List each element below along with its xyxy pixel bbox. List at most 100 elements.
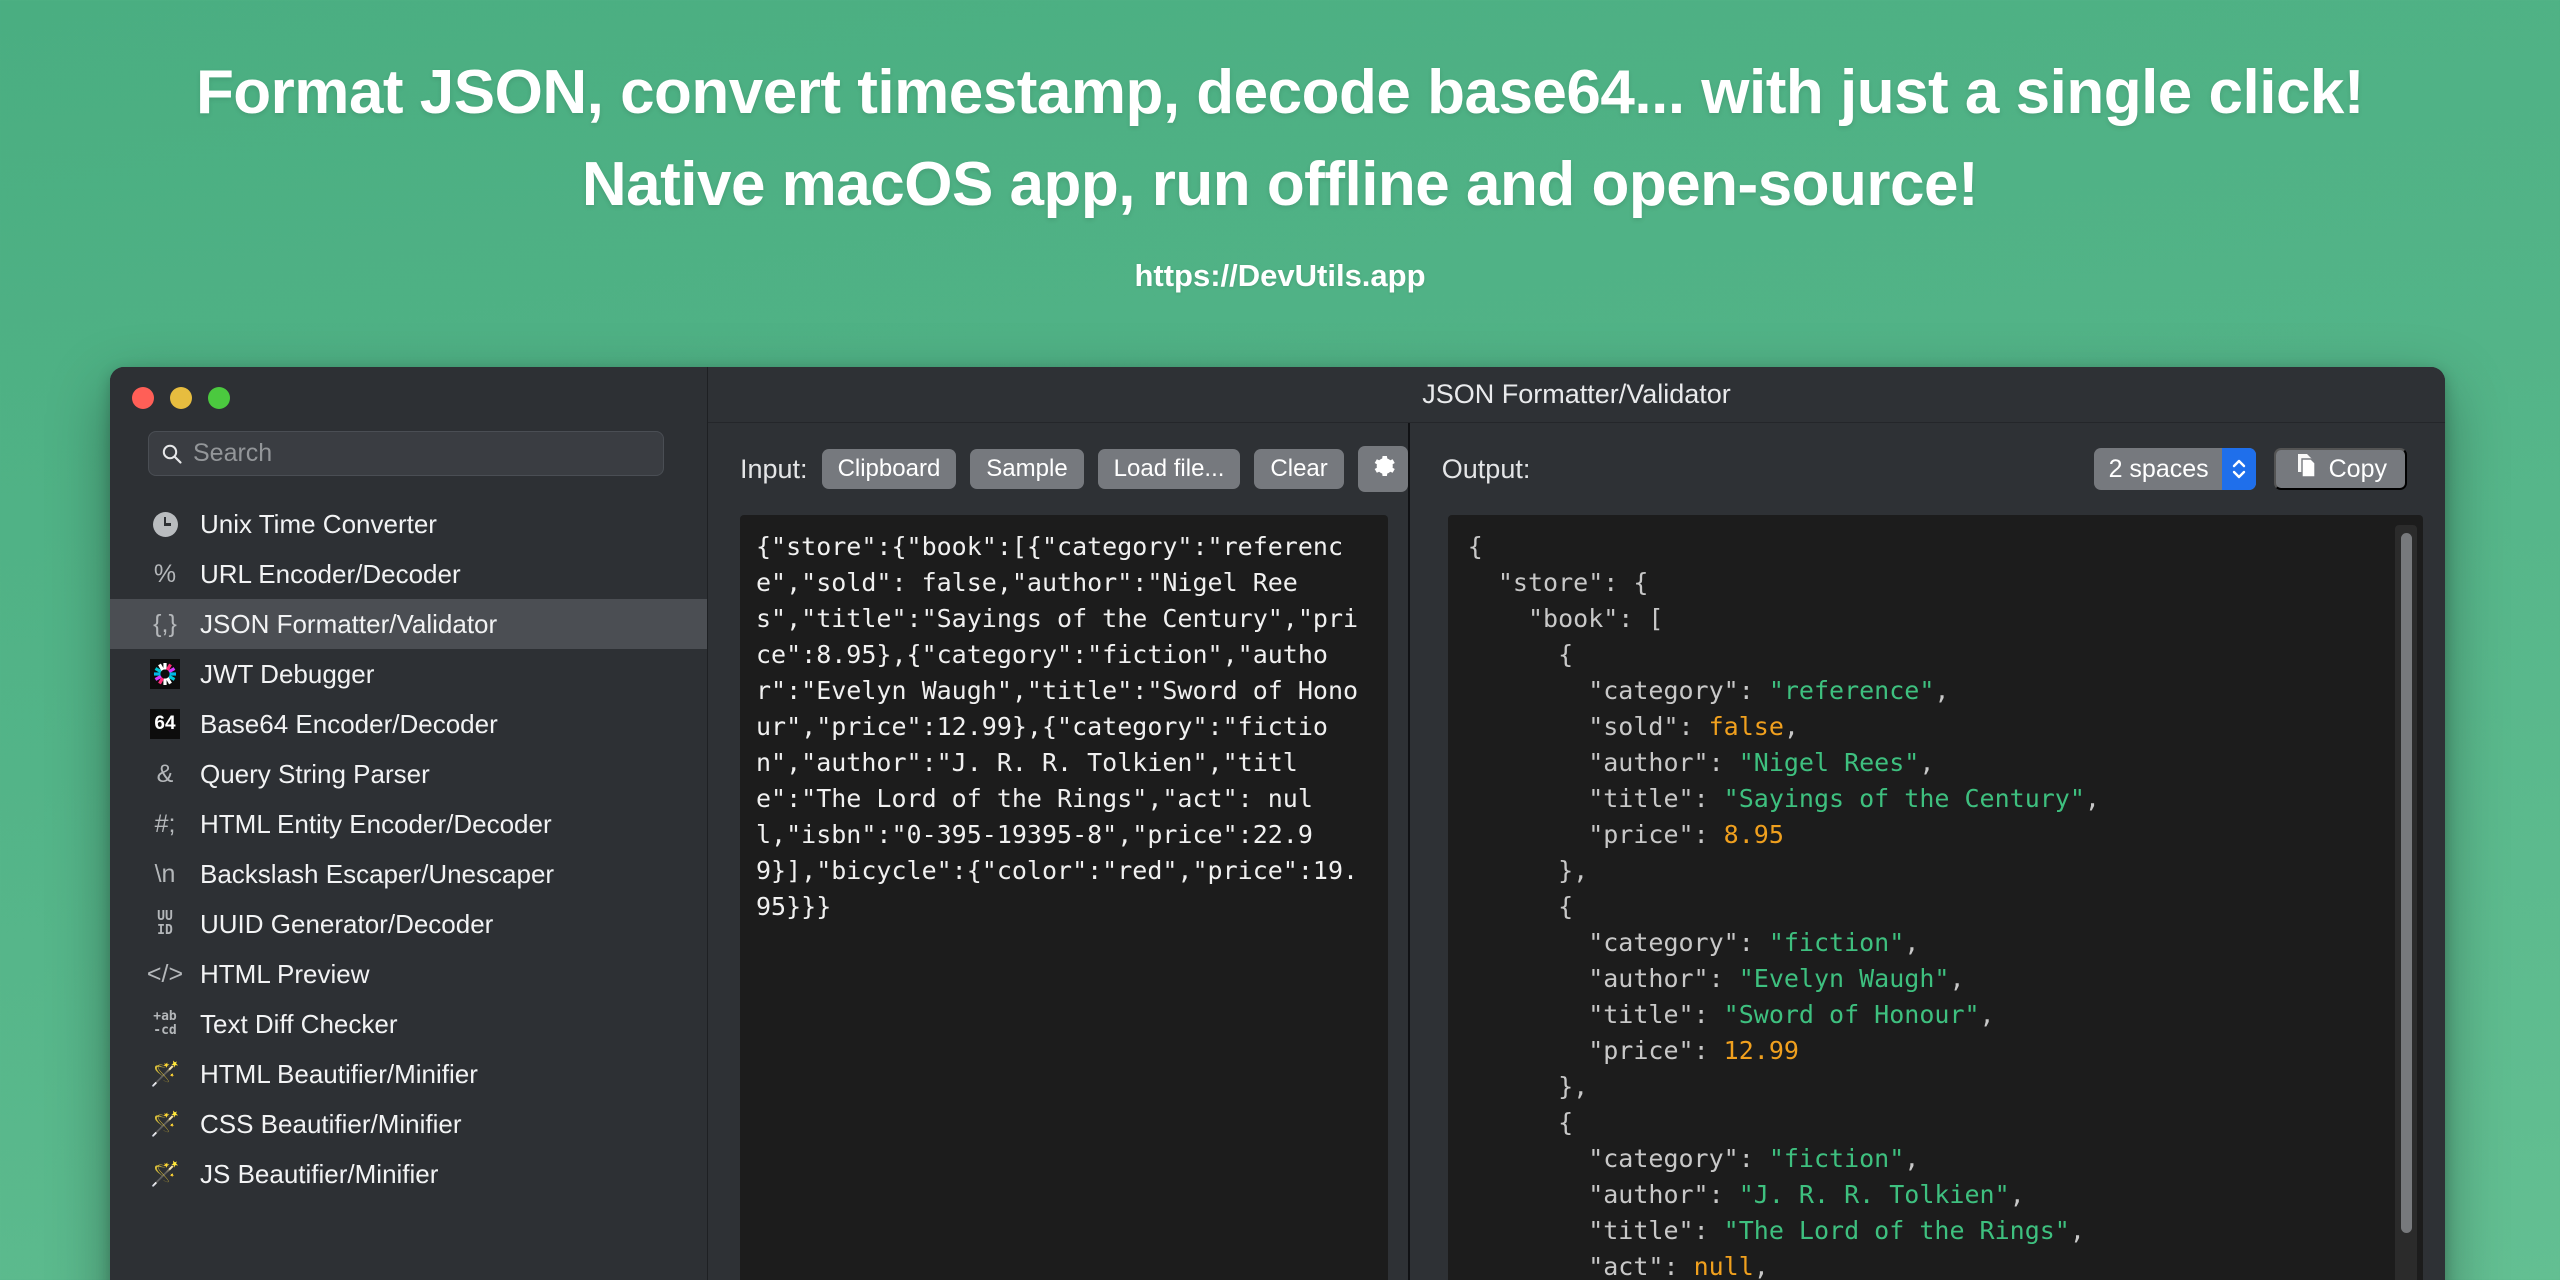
percent-icon: % <box>153 559 177 588</box>
sidebar-item-js-beautifier-minifier[interactable]: 🪄 JS Beautifier/Minifier <box>110 1149 707 1199</box>
clipboard-button[interactable]: Clipboard <box>821 448 957 490</box>
code-token: , <box>1919 748 1935 777</box>
code-token: "Evelyn Waugh" <box>1738 964 1950 993</box>
sidebar-item-html-beautifier-minifier[interactable]: 🪄 HTML Beautifier/Minifier <box>110 1049 707 1099</box>
sidebar-item-label: HTML Beautifier/Minifier <box>200 1058 478 1089</box>
code-token: "store" <box>1467 568 1604 597</box>
code-token: { <box>1467 532 1483 561</box>
panes: Input: Clipboard Sample Load file... Cle… <box>708 423 2445 1280</box>
sidebar-item-query-string-parser[interactable]: & Query String Parser <box>110 749 707 799</box>
output-code-text: { "store": { "book": [ { "category": "re… <box>1448 515 2423 1280</box>
input-textarea[interactable]: {"store":{"book":[{"category":"reference… <box>740 515 1388 1280</box>
sidebar-item-text-diff-checker[interactable]: +ab -cd Text Diff Checker <box>110 999 707 1049</box>
output-scrollbar[interactable] <box>2395 525 2417 1280</box>
code-token: null <box>1693 1252 1754 1280</box>
clock-icon <box>148 511 182 537</box>
magic-wand-icon: 🪄 <box>150 1160 180 1188</box>
code-token: }, <box>1467 1072 1589 1101</box>
hash-semicolon-icon: #; <box>154 809 176 838</box>
code-token: "author" <box>1467 1180 1709 1209</box>
code-token: "author" <box>1467 748 1709 777</box>
sidebar-item-unix-time-converter[interactable]: Unix Time Converter <box>110 499 707 549</box>
code-token: "fiction" <box>1768 1144 1905 1173</box>
code-token: : [ <box>1618 604 1664 633</box>
input-pane: Input: Clipboard Sample Load file... Cle… <box>708 423 1408 1280</box>
code-tags-icon: </> <box>146 959 184 988</box>
sidebar-item-url-encoder-decoder[interactable]: % URL Encoder/Decoder <box>110 549 707 599</box>
code-token: : <box>1738 928 1769 957</box>
code-token: : <box>1693 1036 1724 1065</box>
sidebar-item-label: Query String Parser <box>200 758 430 789</box>
sidebar-item-label: HTML Entity Encoder/Decoder <box>200 808 552 839</box>
code-token: : { <box>1603 568 1649 597</box>
promo-headline-line1: Format JSON, convert timestamp, decode b… <box>195 58 2365 127</box>
code-token: , <box>1904 928 1920 957</box>
magic-wand-icon: 🪄 <box>150 1060 180 1088</box>
sidebar-item-html-preview[interactable]: </> HTML Preview <box>110 949 707 999</box>
diff-icon: +ab -cd <box>153 1009 177 1038</box>
code-token: , <box>1934 676 1950 705</box>
code-token: 12.99 <box>1723 1036 1799 1065</box>
code-token: "price" <box>1467 820 1694 849</box>
copy-button[interactable]: Copy <box>2273 448 2407 490</box>
sidebar-item-label: JWT Debugger <box>200 658 375 689</box>
zoom-button[interactable] <box>208 387 230 409</box>
backslash-n-icon: \n <box>154 859 176 888</box>
magic-wand-icon: 🪄 <box>150 1110 180 1138</box>
sidebar-item-backslash-escaper-unescaper[interactable]: \n Backslash Escaper/Unescaper <box>110 849 707 899</box>
load-file-button[interactable]: Load file... <box>1097 448 1241 490</box>
main-pane: JSON Formatter/Validator Input: Clipboar… <box>708 367 2445 1280</box>
output-textarea[interactable]: { "store": { "book": [ { "category": "re… <box>1447 515 2423 1280</box>
code-token: : <box>1708 748 1739 777</box>
output-scrollbar-thumb[interactable] <box>2401 533 2412 1233</box>
code-token: "reference" <box>1768 676 1935 705</box>
code-token: , <box>1753 1252 1769 1280</box>
indent-select-value: 2 spaces <box>2108 454 2209 483</box>
sample-button[interactable]: Sample <box>970 448 1084 490</box>
code-token: , <box>2009 1180 2025 1209</box>
sidebar-item-label: Base64 Encoder/Decoder <box>200 708 498 739</box>
code-token: "title" <box>1467 1216 1694 1245</box>
code-token: "Sword of Honour" <box>1723 1000 1980 1029</box>
indent-select[interactable]: 2 spaces <box>2093 448 2256 490</box>
code-token: "Nigel Rees" <box>1738 748 1920 777</box>
sidebar-item-html-entity-encoder-decoder[interactable]: #; HTML Entity Encoder/Decoder <box>110 799 707 849</box>
jwt-icon <box>148 659 182 689</box>
code-token: : <box>1693 1216 1724 1245</box>
code-token: false <box>1708 712 1784 741</box>
search-input[interactable]: Search <box>148 431 664 476</box>
clear-button[interactable]: Clear <box>1254 448 1344 490</box>
code-token: , <box>2084 784 2100 813</box>
code-token: , <box>2069 1216 2085 1245</box>
code-token: "category" <box>1467 1144 1739 1173</box>
sidebar-item-label: UUID Generator/Decoder <box>200 908 494 939</box>
input-toolbar: Input: Clipboard Sample Load file... Cle… <box>708 423 1408 515</box>
code-token: : <box>1693 820 1724 849</box>
sidebar-item-label: Backslash Escaper/Unescaper <box>200 858 555 889</box>
sidebar-item-css-beautifier-minifier[interactable]: 🪄 CSS Beautifier/Minifier <box>110 1099 707 1149</box>
code-token: "title" <box>1467 1000 1694 1029</box>
sidebar-item-label: JS Beautifier/Minifier <box>200 1158 439 1189</box>
chevron-updown-icon <box>2221 448 2256 490</box>
promo-url: https://DevUtils.app <box>1134 258 1426 293</box>
sidebar-item-json-formatter-validator[interactable]: {,} JSON Formatter/Validator <box>110 599 707 649</box>
settings-button[interactable] <box>1357 445 1408 493</box>
code-token: "J. R. R. Tolkien" <box>1738 1180 2010 1209</box>
code-token: "book" <box>1467 604 1619 633</box>
code-token: { <box>1467 1108 1574 1137</box>
code-token: "sold" <box>1467 712 1679 741</box>
code-token: 8.95 <box>1723 820 1784 849</box>
copy-button-label: Copy <box>2328 454 2387 483</box>
sidebar-item-base64-encoder-decoder[interactable]: 64 Base64 Encoder/Decoder <box>110 699 707 749</box>
sidebar-item-jwt-debugger[interactable]: JWT Debugger <box>110 649 707 699</box>
code-token: : <box>1693 784 1724 813</box>
code-token: : <box>1693 1000 1724 1029</box>
code-token: : <box>1708 1180 1739 1209</box>
search-icon <box>161 443 183 465</box>
close-button[interactable] <box>132 387 154 409</box>
app-window: Search Unix Time Converter % URL Encoder… <box>110 367 2445 1280</box>
code-token: "Sayings of the Century" <box>1723 784 2085 813</box>
minimize-button[interactable] <box>170 387 192 409</box>
sidebar-item-uuid-generator-decoder[interactable]: UU ID UUID Generator/Decoder <box>110 899 707 949</box>
code-token: , <box>1979 1000 1995 1029</box>
